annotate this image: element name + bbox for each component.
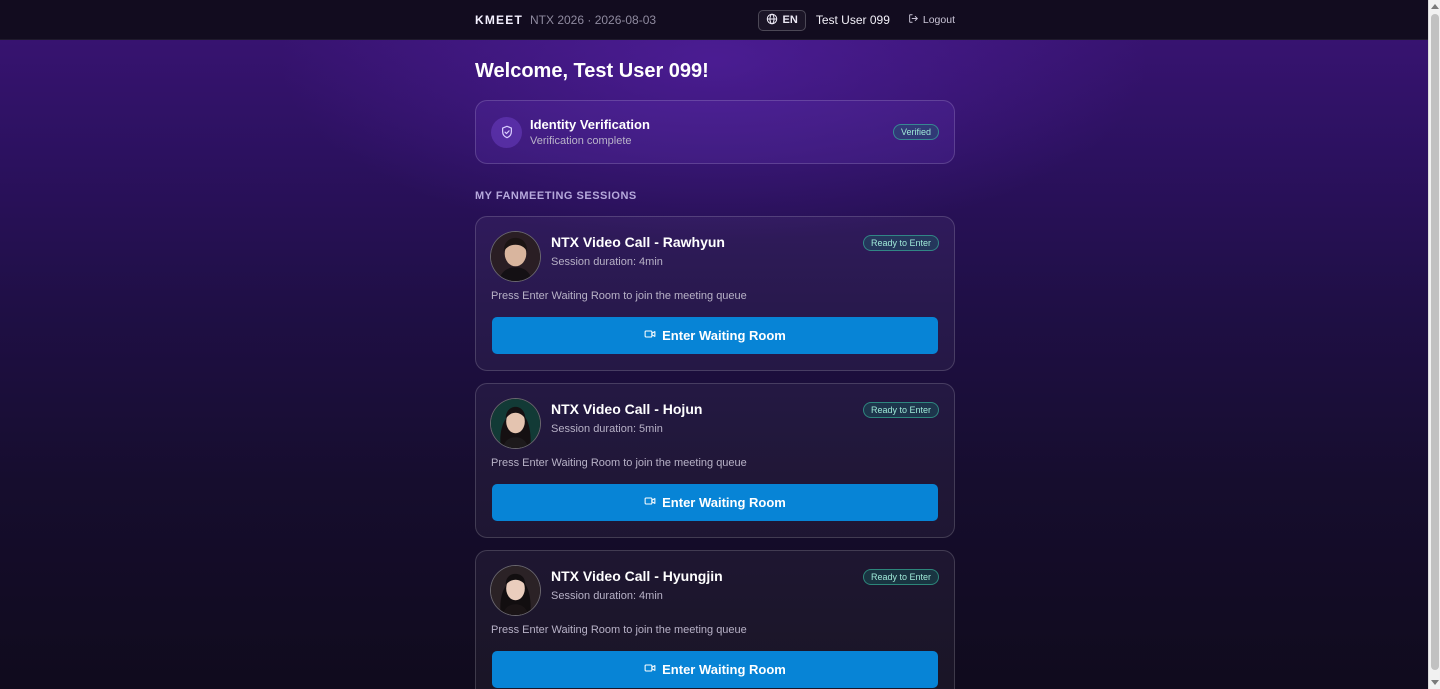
session-duration: Session duration: 5min [551,423,663,435]
scrollbar-thumb[interactable] [1431,14,1439,670]
event-meta: NTX 2026 · 2026-08-03 [530,13,657,27]
session-hint: Press Enter Waiting Room to join the mee… [491,457,747,469]
avatar [490,565,541,616]
session-hint: Press Enter Waiting Room to join the mee… [491,290,747,302]
brand-logo[interactable]: KMEET [475,13,523,27]
session-hint: Press Enter Waiting Room to join the mee… [491,624,747,636]
logout-label: Logout [922,14,955,26]
enter-waiting-room-button[interactable]: Enter Waiting Room [492,317,938,354]
language-label: EN [782,14,798,26]
session-duration: Session duration: 4min [551,256,663,268]
enter-button-label: Enter Waiting Room [662,662,786,677]
scroll-down-arrow-icon[interactable] [1431,680,1439,685]
session-title: NTX Video Call - Hyungjin [551,568,723,584]
status-badge: Ready to Enter [862,569,939,585]
enter-button-label: Enter Waiting Room [662,495,786,510]
status-badge: Ready to Enter [862,235,939,251]
avatar [490,398,541,449]
top-header: KMEET NTX 2026 · 2026-08-03 EN Test User… [0,0,1428,40]
video-camera-icon [644,328,656,343]
logout-button[interactable]: Logout [908,13,955,27]
video-camera-icon [644,662,656,677]
user-name: Test User 099 [815,13,890,27]
avatar [490,231,541,282]
status-badge: Ready to Enter [862,402,939,418]
page-title: Welcome, Test User 099! [475,60,709,82]
session-title: NTX Video Call - Rawhyun [551,234,725,250]
sessions-heading: MY FANMEETING SESSIONS [475,190,637,202]
verification-card: Identity Verification Verification compl… [475,100,955,164]
enter-waiting-room-button[interactable]: Enter Waiting Room [492,484,938,521]
session-card: NTX Video Call - Hojun Session duration:… [475,383,955,538]
vertical-scrollbar[interactable] [1428,0,1440,689]
session-card: NTX Video Call - Hyungjin Session durati… [475,550,955,689]
verification-title: Identity Verification [530,116,650,132]
logout-icon [908,13,919,27]
session-card: NTX Video Call - Rawhyun Session duratio… [475,216,955,371]
scroll-up-arrow-icon[interactable] [1431,4,1439,9]
verification-subtitle: Verification complete [530,134,632,147]
language-button[interactable]: EN [757,9,806,31]
verification-status-badge: Verified [892,124,939,140]
enter-button-label: Enter Waiting Room [662,328,786,343]
shield-check-icon [491,116,522,148]
globe-icon [766,13,778,28]
video-camera-icon [644,495,656,510]
main-content: Welcome, Test User 099! Identity Verific… [475,40,955,689]
session-duration: Session duration: 4min [551,590,663,602]
session-title: NTX Video Call - Hojun [551,401,703,417]
enter-waiting-room-button[interactable]: Enter Waiting Room [492,651,938,688]
